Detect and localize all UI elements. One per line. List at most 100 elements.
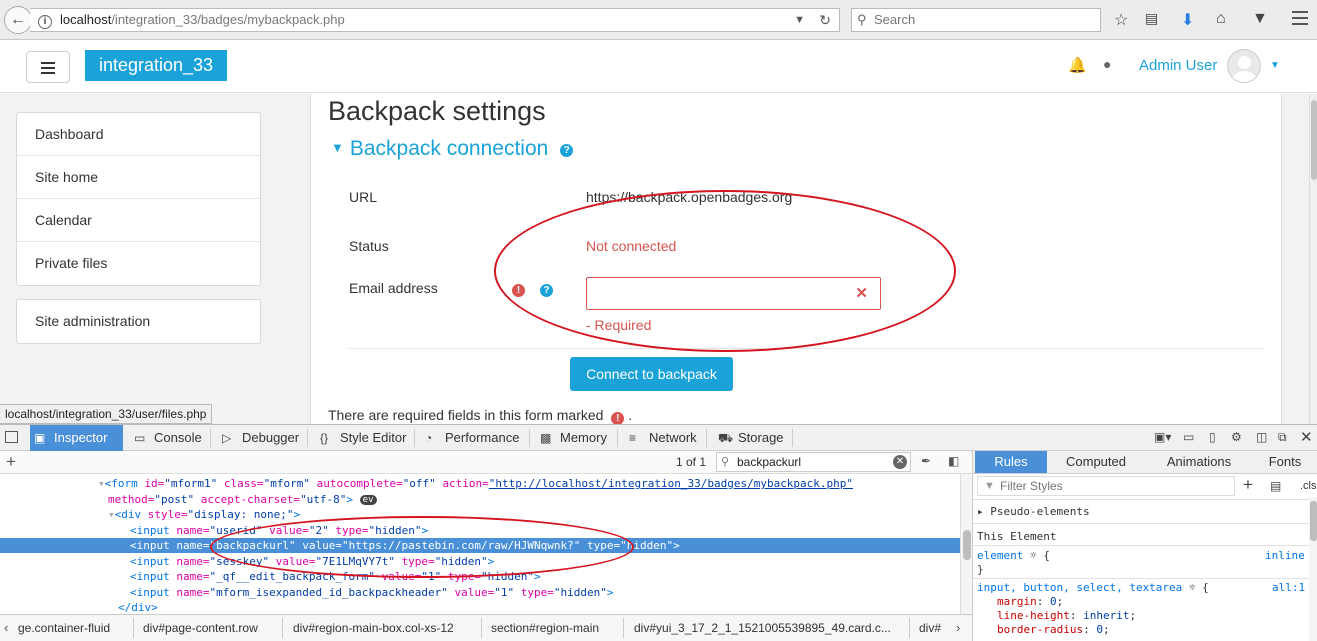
dock-side-icon[interactable]: ◫ <box>1256 430 1267 444</box>
cls-toggle[interactable]: .cls <box>1300 480 1317 492</box>
site-navbar: integration_33 🔔 ● Admin User ▼ <box>0 41 1317 93</box>
breadcrumb-left-arrow-icon[interactable]: ‹ <box>4 620 8 635</box>
devtools-settings-icon[interactable]: ⚙ <box>1231 430 1242 444</box>
sidebar-item-private-files[interactable]: Private files <box>17 242 260 285</box>
search-result-count: 1 of 1 <box>676 455 707 469</box>
sidebar-item-calendar[interactable]: Calendar <box>17 199 260 242</box>
notifications-bell-icon[interactable]: 🔔 <box>1068 56 1087 74</box>
reading-list-icon[interactable]: ▤ <box>1145 10 1158 27</box>
element-rule-close: } <box>977 563 984 576</box>
event-badge[interactable]: ev <box>359 494 377 505</box>
add-node-icon[interactable]: + <box>6 451 16 473</box>
breadcrumb-item[interactable]: div#page-content.row <box>143 615 271 641</box>
dock-options-icon[interactable]: ▣▾ <box>1154 430 1171 444</box>
inline-source[interactable]: inline <box>1265 549 1305 562</box>
tab-style-editor[interactable]: {} Style Editor <box>316 425 412 451</box>
tab-fonts[interactable]: Fonts <box>1253 451 1317 473</box>
collapse-triangle-icon[interactable]: ▼ <box>331 140 344 155</box>
markup-node[interactable]: <input name="mform_isexpanded_id_backpac… <box>0 585 960 600</box>
home-icon[interactable]: ⌂ <box>1216 10 1226 28</box>
breadcrumb-item[interactable]: div#region-main-box.col-xs-12 <box>293 615 478 641</box>
tab-computed[interactable]: Computed <box>1051 451 1141 473</box>
bookmark-star-icon[interactable]: ☆ <box>1114 10 1128 30</box>
user-menu-caret-icon[interactable]: ▼ <box>1270 60 1280 71</box>
tab-storage-label: Storage <box>738 430 784 445</box>
markup-search-value: backpackurl <box>737 455 802 469</box>
pseudo-elements-toggle[interactable]: ▸ Pseudo-elements <box>977 505 1090 518</box>
tab-debugger[interactable]: ▷ Debugger <box>218 425 303 451</box>
address-bar[interactable]: i localhost/integration_33/badges/mybackp… <box>30 8 840 32</box>
style-editor-icon: {} <box>320 431 329 445</box>
toggle-sidebar-icon[interactable]: ◧ <box>948 454 959 468</box>
avatar[interactable] <box>1227 49 1261 83</box>
site-brand[interactable]: integration_33 <box>85 50 227 81</box>
storage-icon: ⛟ <box>718 431 734 445</box>
tab-performance[interactable]: ◔ Performance <box>421 425 521 451</box>
tab-rules[interactable]: Rules <box>975 451 1047 473</box>
breadcrumb-item[interactable]: div# <box>919 615 949 641</box>
tab-network[interactable]: ≡ Network <box>625 425 700 451</box>
rule-prop-line-height[interactable]: line-height: inherit; <box>997 609 1136 622</box>
devtools-toolbar: ▣ Inspector ▭ Console ▷ Debugger {} Style Ed… <box>0 424 1317 451</box>
sidebar-item-dashboard[interactable]: Dashboard <box>17 113 260 156</box>
tab-console-label: Console <box>154 430 202 445</box>
markup-node[interactable]: ▾<form id="mform1" class="mform" autocom… <box>0 476 960 491</box>
tab-animations[interactable]: Animations <box>1155 451 1243 473</box>
user-name[interactable]: Admin User <box>1139 57 1217 74</box>
clear-search-icon[interactable]: ✕ <box>893 455 907 469</box>
page-scrollbar[interactable] <box>1309 94 1317 424</box>
memory-icon: ▩ <box>540 431 552 445</box>
element-picker-icon[interactable] <box>5 431 18 443</box>
filter-styles-input[interactable]: ▼ Filter Styles <box>977 476 1235 496</box>
eyedropper-icon[interactable]: ✒ <box>921 454 931 468</box>
prop-value: 0 <box>1096 623 1103 636</box>
connect-to-backpack-button[interactable]: Connect to backpack <box>570 357 733 391</box>
tab-console[interactable]: ▭ Console <box>130 425 210 451</box>
sidebar-item-site-home[interactable]: Site home <box>17 156 260 199</box>
debugger-icon: ▷ <box>222 431 232 445</box>
pocket-icon[interactable]: ▼ <box>1252 10 1268 28</box>
undock-icon[interactable]: ⧉ <box>1278 430 1287 445</box>
rules-scrollbar[interactable] <box>1309 497 1317 641</box>
backpack-connection-header[interactable]: ▼ Backpack connection ? <box>331 137 574 161</box>
back-button[interactable]: ← <box>4 6 32 34</box>
console-icon: ▭ <box>134 431 146 445</box>
toggle-pseudo-class-icon[interactable]: ▤ <box>1270 479 1281 493</box>
tab-storage[interactable]: ⛟ Storage <box>714 425 789 451</box>
split-console-icon[interactable]: ▭ <box>1183 430 1194 444</box>
rule-prop-margin[interactable]: margin: 0; <box>997 595 1063 608</box>
downloads-icon[interactable]: ⬇ <box>1181 10 1194 30</box>
required-fields-note: There are required fields in this form m… <box>328 407 632 425</box>
rule-prop-border-radius[interactable]: border-radius: 0; <box>997 623 1110 636</box>
tab-inspector[interactable]: ▣ Inspector <box>30 425 123 451</box>
input-rule-selector: input, button, select, textarea <box>977 581 1183 594</box>
markup-node[interactable]: method="post" accept-charset="utf-8"> ev <box>0 492 960 507</box>
breadcrumb-item[interactable]: section#region-main <box>491 615 615 641</box>
tab-memory[interactable]: ▩ Memory <box>536 425 611 451</box>
form-divider <box>349 348 1265 349</box>
annotation-ellipse-backpackurl <box>210 516 634 578</box>
help-icon[interactable]: ? <box>560 144 574 157</box>
markup-node[interactable]: </div> <box>0 600 960 614</box>
messages-icon[interactable]: ● <box>1103 56 1111 72</box>
search-box[interactable]: ⚲ Search <box>851 8 1101 32</box>
sidebar-item-site-administration[interactable]: Site administration <box>17 300 260 343</box>
tab-style-editor-label: Style Editor <box>340 430 407 445</box>
breadcrumb-right-arrow-icon[interactable]: › <box>956 620 960 635</box>
reload-icon[interactable]: ↻ <box>819 9 831 31</box>
section-title[interactable]: Backpack connection <box>350 137 548 160</box>
breadcrumb-item[interactable]: ge.container-fluid <box>18 615 126 641</box>
markup-search-input[interactable]: ⚲ backpackurl ✕ <box>716 452 911 472</box>
markup-scrollbar[interactable] <box>960 474 972 614</box>
url-dropdown-icon[interactable]: ▼ <box>794 9 805 31</box>
site-info-icon[interactable]: i <box>38 15 52 29</box>
browser-menu-icon[interactable] <box>1292 11 1308 27</box>
tab-performance-label: Performance <box>445 430 520 445</box>
breadcrumb-item[interactable]: div#yui_3_17_2_1_1521005539895_49.card.c… <box>634 615 896 641</box>
responsive-mode-icon[interactable]: ▯ <box>1209 430 1216 444</box>
sidebar-admin: Site administration <box>16 299 261 344</box>
add-rule-icon[interactable]: + <box>1243 475 1253 495</box>
drawer-toggle-button[interactable] <box>26 51 70 83</box>
rule-source-link[interactable]: all:1 <box>1272 581 1305 594</box>
close-devtools-icon[interactable]: ✕ <box>1300 428 1313 446</box>
